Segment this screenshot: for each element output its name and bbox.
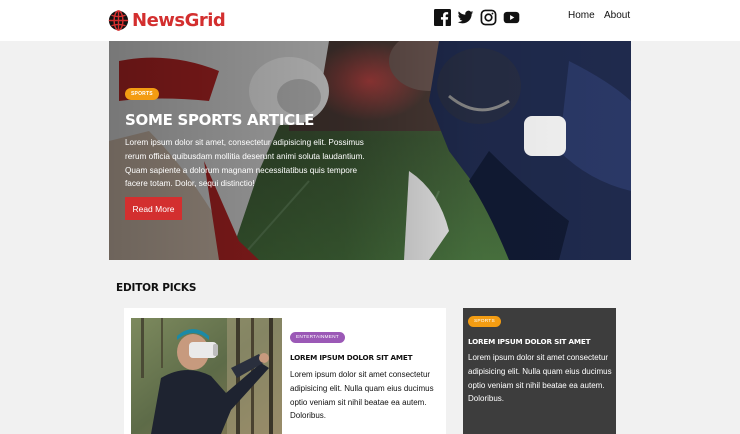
article-excerpt: Lorem ipsum dolor sit amet consectetur a… (290, 370, 434, 421)
hero-banner: SPORTS SOME SPORTS ARTICLE Lorem ipsum d… (109, 41, 631, 260)
youtube-icon[interactable] (503, 9, 520, 26)
category-badge[interactable]: SPORTS (125, 88, 159, 100)
nav-about-link[interactable]: About (604, 10, 630, 21)
article-title[interactable]: LOREM IPSUM DOLOR SIT AMET (290, 353, 412, 362)
category-badge[interactable]: ENTERTAINMENT (290, 332, 345, 343)
article-excerpt: Lorem ipsum dolor sit amet consectetur a… (468, 353, 612, 404)
globe-icon (108, 9, 129, 31)
site-logo[interactable]: NewsGrid (108, 8, 226, 32)
social-links (434, 9, 520, 26)
hero-title: SOME SPORTS ARTICLE (125, 111, 315, 129)
site-header: NewsGrid Home About (0, 0, 740, 41)
facebook-icon[interactable] (434, 9, 451, 26)
vr-headset-image (131, 318, 282, 434)
instagram-icon[interactable] (480, 9, 497, 26)
section-title: EDITOR PICKS (116, 282, 197, 294)
article-title[interactable]: LOREM IPSUM DOLOR SIT AMET (468, 337, 590, 346)
read-more-button[interactable]: Read More (125, 197, 182, 220)
nav-home-link[interactable]: Home (568, 10, 595, 21)
category-badge[interactable]: SPORTS (468, 316, 501, 327)
hero-excerpt: Lorem ipsum dolor sit amet, consectetur … (125, 138, 365, 189)
logo-text: NewsGrid (132, 9, 226, 31)
article-card[interactable]: ENTERTAINMENT LOREM IPSUM DOLOR SIT AMET… (124, 308, 446, 434)
twitter-icon[interactable] (457, 9, 474, 26)
article-card[interactable]: SPORTS LOREM IPSUM DOLOR SIT AMET Lorem … (463, 308, 616, 434)
